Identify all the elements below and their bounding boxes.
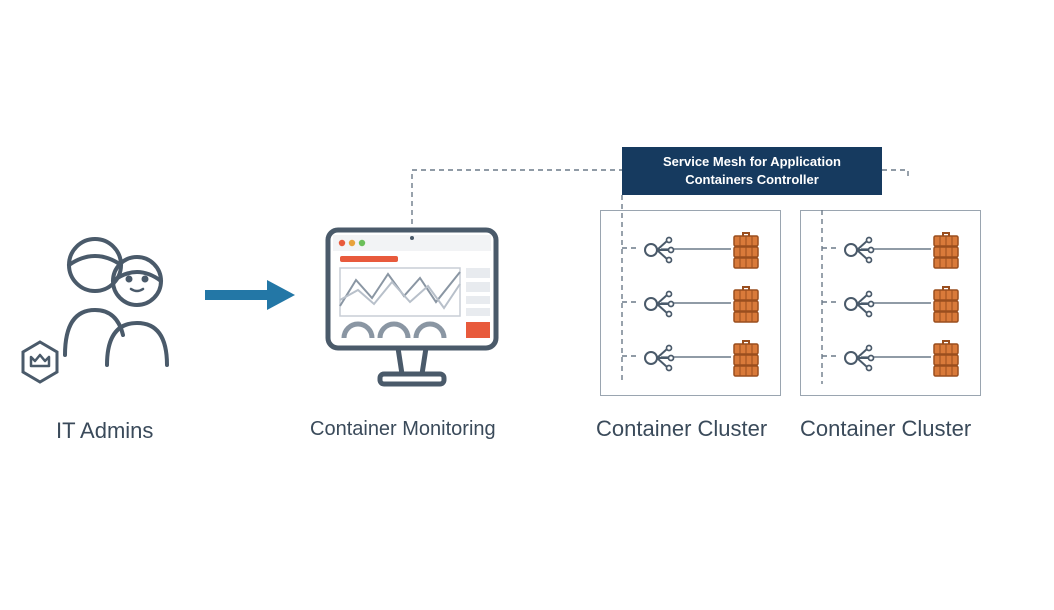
load-balancer-icon <box>641 343 677 378</box>
container-cluster-label: Container Cluster <box>800 416 971 442</box>
load-balancer-icon <box>841 343 877 378</box>
arrow-right-icon <box>205 280 295 310</box>
dashboard-monitor-icon <box>322 224 502 394</box>
container-cluster-box <box>600 210 781 396</box>
banner-line-2: Containers Controller <box>685 171 819 189</box>
crown-hex-icon <box>20 340 60 380</box>
it-admins-icon <box>45 225 185 375</box>
container-monitoring-label: Container Monitoring <box>310 418 496 441</box>
container-stack-icon <box>931 285 961 330</box>
load-balancer-icon <box>841 235 877 270</box>
container-stack-icon <box>931 339 961 384</box>
cluster-row <box>613 335 773 381</box>
container-stack-icon <box>731 339 761 384</box>
container-stack-icon <box>931 231 961 276</box>
cluster-row <box>813 335 973 381</box>
container-stack-icon <box>731 231 761 276</box>
cluster-row <box>613 227 773 273</box>
service-mesh-banner: Service Mesh for Application Containers … <box>622 147 882 195</box>
load-balancer-icon <box>841 289 877 324</box>
it-admins-label: IT Admins <box>56 418 153 444</box>
container-stack-icon <box>731 285 761 330</box>
cluster-row <box>613 281 773 327</box>
load-balancer-icon <box>641 235 677 270</box>
cluster-row <box>813 227 973 273</box>
cluster-row <box>813 281 973 327</box>
load-balancer-icon <box>641 289 677 324</box>
banner-line-1: Service Mesh for Application <box>663 153 841 171</box>
container-cluster-box <box>800 210 981 396</box>
container-cluster-label: Container Cluster <box>596 416 767 442</box>
